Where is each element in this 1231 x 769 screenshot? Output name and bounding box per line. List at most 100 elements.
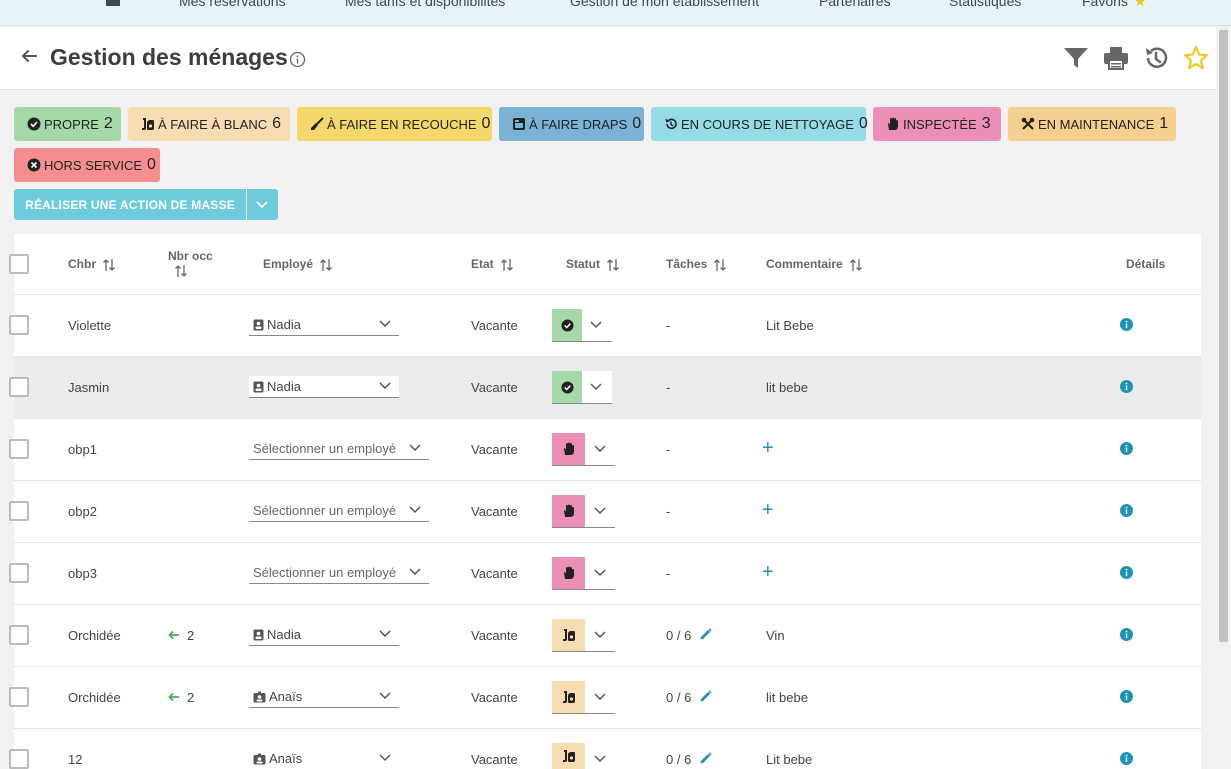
nav-item-favoris[interactable]: Favoris ★ bbox=[1082, 0, 1146, 10]
info-icon[interactable] bbox=[289, 51, 306, 68]
comment[interactable]: Vin bbox=[766, 628, 785, 643]
employee-name: Anaïs bbox=[269, 751, 303, 766]
employee-select[interactable]: Anaïs bbox=[249, 748, 399, 769]
chip-propre[interactable]: PROPRE 2 bbox=[14, 107, 121, 141]
employee-select[interactable]: Anaïs bbox=[249, 686, 399, 708]
col-header-label: Employé bbox=[263, 257, 314, 271]
comment[interactable]: Lit bebe bbox=[766, 752, 812, 767]
arrow-left-icon bbox=[168, 692, 179, 702]
favorite-star-icon[interactable] bbox=[1183, 45, 1209, 71]
col-header-employe: Employé bbox=[263, 257, 333, 272]
add-comment-button[interactable]: + bbox=[762, 499, 774, 522]
add-comment-button[interactable]: + bbox=[762, 561, 774, 584]
pencil-icon[interactable] bbox=[699, 628, 712, 641]
details-info-icon[interactable] bbox=[1120, 752, 1133, 765]
row-checkbox[interactable] bbox=[9, 563, 29, 583]
add-comment-button[interactable]: + bbox=[762, 437, 774, 460]
nav-item-statistiques[interactable]: Statistiques bbox=[949, 0, 1021, 9]
select-all-checkbox[interactable] bbox=[9, 254, 29, 274]
mass-action-dropdown[interactable] bbox=[247, 189, 278, 220]
employee-select[interactable]: Sélectionner un employé bbox=[249, 562, 429, 584]
details-info-icon[interactable] bbox=[1120, 566, 1133, 579]
id-badge-icon bbox=[253, 629, 264, 640]
chip-en-maintenance[interactable]: EN MAINTENANCE 1 bbox=[1008, 107, 1176, 141]
row-checkbox[interactable] bbox=[9, 749, 29, 769]
chip-count: 1 bbox=[1159, 115, 1169, 132]
comment[interactable]: Lit Bebe bbox=[766, 318, 814, 333]
back-arrow-icon[interactable] bbox=[20, 47, 38, 65]
employee-select[interactable]: Nadia bbox=[249, 624, 399, 646]
row-checkbox[interactable] bbox=[9, 377, 29, 397]
pencil-icon[interactable] bbox=[699, 690, 712, 703]
sort-icon[interactable] bbox=[500, 258, 514, 272]
sort-icon[interactable] bbox=[174, 264, 188, 278]
col-header-taches: Tâches bbox=[666, 257, 727, 272]
details-info-icon[interactable] bbox=[1120, 628, 1133, 641]
nav-item-tarifs[interactable]: Mes tarifs et disponibilités bbox=[345, 0, 505, 9]
details-info-icon[interactable] bbox=[1120, 504, 1133, 517]
chip-inspectee[interactable]: INSPECTÉE 3 bbox=[873, 107, 1001, 141]
chip-label: EN MAINTENANCE bbox=[1038, 116, 1155, 132]
nav-item-etablissement[interactable]: Gestion de mon établissement bbox=[570, 0, 759, 9]
employee-select[interactable]: Sélectionner un employé bbox=[249, 438, 429, 460]
details-info-icon[interactable] bbox=[1120, 318, 1133, 331]
sort-icon[interactable] bbox=[102, 258, 116, 272]
chip-label: À FAIRE EN RECOUCHE bbox=[327, 116, 477, 132]
chip-count: 0 bbox=[147, 156, 156, 173]
status-a-faire-a-blanc bbox=[552, 681, 585, 713]
employee-select[interactable]: Nadia bbox=[249, 376, 399, 398]
row-checkbox[interactable] bbox=[9, 315, 29, 335]
nav-item-reservations[interactable]: Mes réservations bbox=[179, 0, 286, 9]
print-icon[interactable] bbox=[1103, 45, 1129, 71]
chip-hors-service[interactable]: HORS SERVICE 0 bbox=[14, 148, 160, 182]
history-icon bbox=[665, 118, 677, 130]
filter-icon[interactable] bbox=[1063, 45, 1089, 71]
chip-a-faire-draps[interactable]: À FAIRE DRAPS 0 bbox=[499, 107, 644, 141]
room-name: Orchidée bbox=[68, 690, 121, 705]
sort-icon[interactable] bbox=[606, 258, 620, 272]
chip-count: 2 bbox=[103, 115, 113, 132]
id-badge-icon bbox=[253, 381, 264, 392]
row-checkbox[interactable] bbox=[9, 687, 29, 707]
home-icon[interactable] bbox=[104, 0, 122, 6]
status-select[interactable] bbox=[552, 433, 615, 466]
history-icon[interactable] bbox=[1143, 45, 1169, 71]
tasks-progress: 0 / 6 bbox=[666, 690, 692, 705]
row-checkbox[interactable] bbox=[9, 439, 29, 459]
employee-select[interactable]: Sélectionner un employé bbox=[249, 500, 429, 522]
sort-icon[interactable] bbox=[713, 258, 727, 272]
status-select[interactable] bbox=[552, 495, 615, 528]
chevron-down-icon bbox=[594, 445, 606, 453]
star-icon: ★ bbox=[1133, 0, 1147, 9]
pencil-icon[interactable] bbox=[699, 752, 712, 765]
chip-en-cours-de-nettoyage[interactable]: EN COURS DE NETTOYAGE 0 bbox=[651, 107, 868, 141]
nav-item-partenaires[interactable]: Partenaires bbox=[819, 0, 891, 9]
details-info-icon[interactable] bbox=[1120, 380, 1133, 393]
status-select[interactable] bbox=[552, 371, 612, 404]
details-info-icon[interactable] bbox=[1120, 442, 1133, 455]
occupants: 2 bbox=[168, 690, 194, 705]
status-select[interactable] bbox=[552, 619, 615, 652]
scrollbar-thumb[interactable] bbox=[1219, 30, 1228, 642]
chip-a-faire-en-recouche[interactable]: À FAIRE EN RECOUCHE 0 bbox=[297, 107, 492, 141]
details-info-icon[interactable] bbox=[1120, 690, 1133, 703]
status-select[interactable] bbox=[552, 309, 612, 342]
chip-a-faire-a-blanc[interactable]: À FAIRE À BLANC 6 bbox=[128, 107, 290, 141]
tasks: 0 / 6 bbox=[666, 752, 712, 767]
status-select[interactable] bbox=[552, 557, 615, 590]
comment[interactable]: lit bebe bbox=[766, 690, 808, 705]
employee-select[interactable]: Nadia bbox=[249, 314, 399, 336]
mass-action-button[interactable]: RÉALISER UNE ACTION DE MASSE bbox=[14, 189, 246, 220]
chevron-down-icon bbox=[594, 693, 606, 701]
id-card-icon bbox=[253, 691, 266, 702]
sort-icon[interactable] bbox=[849, 258, 863, 272]
row-checkbox[interactable] bbox=[9, 501, 29, 521]
comment[interactable]: lit bebe bbox=[766, 380, 808, 395]
status-select[interactable] bbox=[552, 743, 615, 769]
check-circle-icon bbox=[560, 318, 574, 332]
hand-icon bbox=[563, 504, 574, 517]
nav-item-favoris-label: Favoris bbox=[1082, 0, 1128, 9]
sort-icon[interactable] bbox=[319, 258, 333, 272]
status-select[interactable] bbox=[552, 681, 615, 714]
row-checkbox[interactable] bbox=[9, 625, 29, 645]
